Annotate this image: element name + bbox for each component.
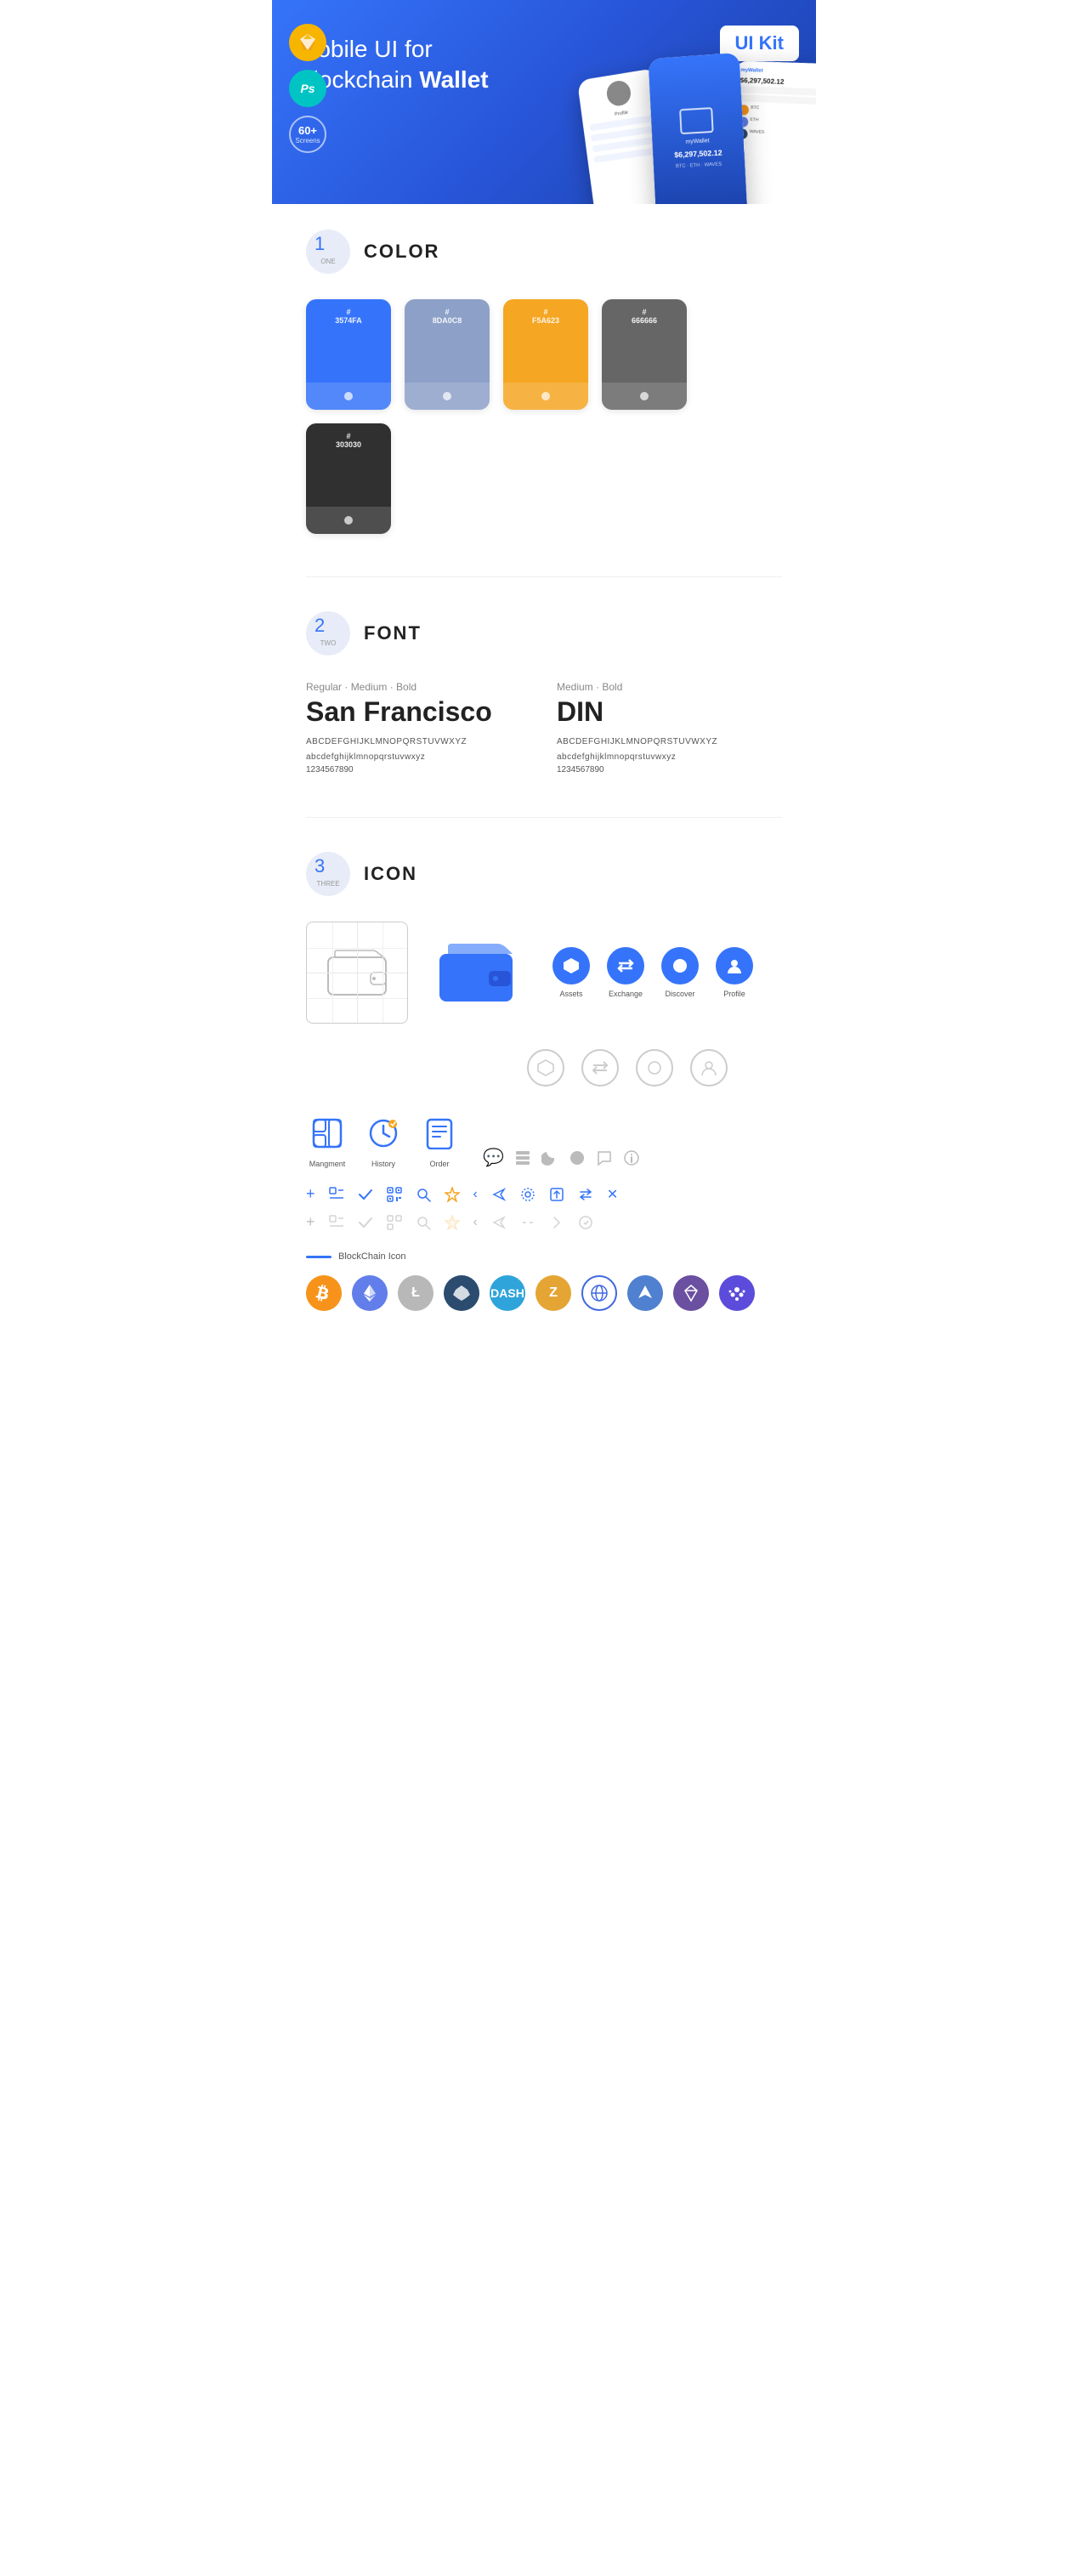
- phone-mockups: Profile myWallet $6,297,502.12 BTC · ETH…: [596, 53, 816, 204]
- profile-outline-item: [690, 1049, 728, 1087]
- font-section-title: FONT: [364, 622, 422, 644]
- order-icon: [418, 1112, 461, 1155]
- icon-section-header: 3 THREE ICON: [306, 852, 782, 896]
- polkadot-icon: [719, 1275, 755, 1311]
- exchange-icon: [607, 947, 644, 984]
- history-icon-item: History: [362, 1112, 405, 1168]
- icon-section-number: 3 THREE: [306, 852, 350, 896]
- moon-icon: [541, 1149, 558, 1166]
- discover-outline-icon: [636, 1049, 673, 1087]
- font-section-number: 2 TWO: [306, 611, 350, 655]
- app-icons-row: Mangment History: [306, 1112, 782, 1168]
- order-icon-item: Order: [418, 1112, 461, 1168]
- wallet-filled-box: [425, 922, 527, 1024]
- history-icon: [362, 1112, 405, 1155]
- icon-section: 3 THREE ICON: [306, 852, 782, 1311]
- nav-icons-outline-row: [527, 1049, 782, 1087]
- bitcoin-icon: [306, 1275, 342, 1311]
- icon-section-title: ICON: [364, 863, 417, 885]
- list-add-icon: [329, 1187, 344, 1202]
- discover-nav-item: Discover: [661, 947, 699, 998]
- stack-icon: [514, 1149, 531, 1166]
- color-section: 1 ONE COLOR #3574FA #8DA0C8: [306, 230, 782, 534]
- plus-icon: +: [306, 1185, 315, 1203]
- hero-section: Mobile UI for Blockchain Wallet UI Kit P…: [272, 0, 816, 204]
- assets-nav-item: Assets: [552, 947, 590, 998]
- assets-icon: [552, 947, 590, 984]
- ps-badge: Ps: [289, 70, 326, 107]
- wallet-filled-icon: [438, 942, 514, 1003]
- litecoin-icon: Ł: [398, 1275, 434, 1311]
- ark-icon: [627, 1275, 663, 1311]
- discover-icon: [661, 947, 699, 984]
- management-icon-item: Mangment: [306, 1112, 348, 1168]
- upload-icon: [549, 1187, 564, 1202]
- swap-icon: [578, 1187, 593, 1202]
- hero-badges: Ps 60+ Screens: [289, 24, 326, 153]
- font-section-header: 2 TWO FONT: [306, 611, 782, 655]
- exchange-outline-icon: [581, 1049, 619, 1087]
- dot-icon: [569, 1149, 586, 1166]
- profile-icon: [716, 947, 753, 984]
- sketch-badge: [289, 24, 326, 61]
- nav-icons-filled: Assets Exchange Discover: [552, 947, 753, 998]
- color-section-number: 1 ONE: [306, 230, 350, 274]
- wings-icon: [444, 1275, 479, 1311]
- search-icon: [416, 1187, 431, 1202]
- color-section-title: COLOR: [364, 241, 439, 263]
- color-swatches: #3574FA #8DA0C8 #F5A623 #6: [306, 299, 782, 534]
- blockchain-line: [306, 1256, 332, 1258]
- plus-icon-ghost: +: [306, 1213, 315, 1231]
- hero-title-bold: Wallet: [419, 66, 488, 93]
- icon-top-row: Assets Exchange Discover: [306, 922, 782, 1024]
- dash-icon: DASH: [490, 1275, 525, 1311]
- profile-outline-icon: [690, 1049, 728, 1087]
- hero-title: Mobile UI for Blockchain Wallet: [298, 34, 552, 96]
- blockchain-label: BlockChain Icon: [306, 1251, 782, 1262]
- font-sf: Regular · Medium · Bold San Francisco AB…: [306, 681, 531, 775]
- main-content: 1 ONE COLOR #3574FA #8DA0C8: [272, 204, 816, 1379]
- exchange-nav-item: Exchange: [607, 947, 644, 998]
- management-icon: [306, 1112, 348, 1155]
- check-icon: [358, 1187, 373, 1202]
- swatch-steel: #8DA0C8: [405, 299, 490, 410]
- swatch-orange: #F5A623: [503, 299, 588, 410]
- divider-2: [306, 817, 782, 818]
- grid-crypto-icon: [581, 1275, 617, 1311]
- settings-icon: [520, 1187, 536, 1202]
- divider-1: [306, 576, 782, 577]
- assets-outline-icon: [527, 1049, 564, 1087]
- utility-icons-row: 💬: [483, 1147, 640, 1168]
- info-icon: [623, 1149, 640, 1166]
- close-icon: ✕: [607, 1186, 618, 1203]
- share-icon: [491, 1187, 507, 1202]
- assets-outline-item: [527, 1049, 564, 1087]
- zcash-icon: Z: [536, 1275, 571, 1311]
- screens-badge: 60+ Screens: [289, 116, 326, 153]
- small-icons-row-1: + ‹ ✕: [306, 1185, 782, 1203]
- qr-icon: [387, 1187, 402, 1202]
- swatch-blue: #3574FA: [306, 299, 391, 410]
- chat-icon: 💬: [483, 1147, 504, 1168]
- swatch-gray: #666666: [602, 299, 687, 410]
- phone-mock-2: myWallet $6,297,502.12 BTC · ETH · WAVES: [648, 53, 747, 204]
- ghost-icons-row: + ‹: [306, 1213, 782, 1231]
- exchange-outline-item: [581, 1049, 619, 1087]
- font-section: 2 TWO FONT Regular · Medium · Bold San F…: [306, 611, 782, 775]
- font-grid: Regular · Medium · Bold San Francisco AB…: [306, 681, 782, 775]
- color-section-header: 1 ONE COLOR: [306, 230, 782, 274]
- star-icon: [445, 1187, 460, 1202]
- swatch-dark: #303030: [306, 423, 391, 534]
- diamond-crypto-icon: [673, 1275, 709, 1311]
- chat-outline-icon: [596, 1149, 613, 1166]
- chevron-left-icon: ‹: [473, 1187, 478, 1202]
- wallet-wireframe-box: [306, 922, 408, 1024]
- crypto-icons-row: Ł DASH Z: [306, 1275, 782, 1311]
- font-din: Medium · Bold DIN ABCDEFGHIJKLMNOPQRSTUV…: [557, 681, 782, 775]
- ethereum-icon: [352, 1275, 388, 1311]
- profile-nav-item: Profile: [716, 947, 753, 998]
- discover-outline-item: [636, 1049, 673, 1087]
